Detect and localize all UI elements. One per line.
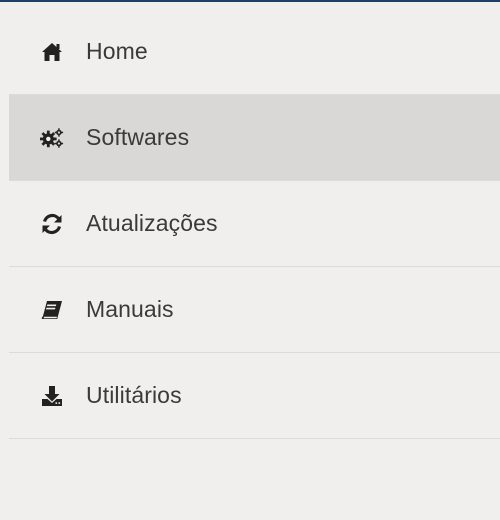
refresh-icon bbox=[40, 212, 64, 236]
cogs-icon bbox=[40, 126, 64, 150]
book-icon bbox=[40, 298, 64, 322]
menu-item-home[interactable]: Home bbox=[9, 9, 500, 95]
menu-item-label: Softwares bbox=[86, 124, 190, 150]
menu-item-atualizacoes[interactable]: Atualizações bbox=[9, 181, 500, 267]
menu-item-label: Manuais bbox=[86, 296, 174, 322]
menu-item-softwares[interactable]: Softwares bbox=[9, 95, 500, 181]
menu-item-utilitarios[interactable]: Utilitários bbox=[9, 353, 500, 439]
home-icon bbox=[40, 40, 64, 64]
download-icon bbox=[40, 384, 64, 408]
menu-item-manuais[interactable]: Manuais bbox=[9, 267, 500, 353]
menu-item-label: Atualizações bbox=[86, 210, 218, 236]
sidebar-menu: Home Softwares Atualizações Manuais Util… bbox=[0, 0, 500, 520]
top-accent-bar bbox=[0, 0, 500, 2]
menu-item-label: Utilitários bbox=[86, 382, 182, 408]
menu-item-label: Home bbox=[86, 38, 148, 64]
